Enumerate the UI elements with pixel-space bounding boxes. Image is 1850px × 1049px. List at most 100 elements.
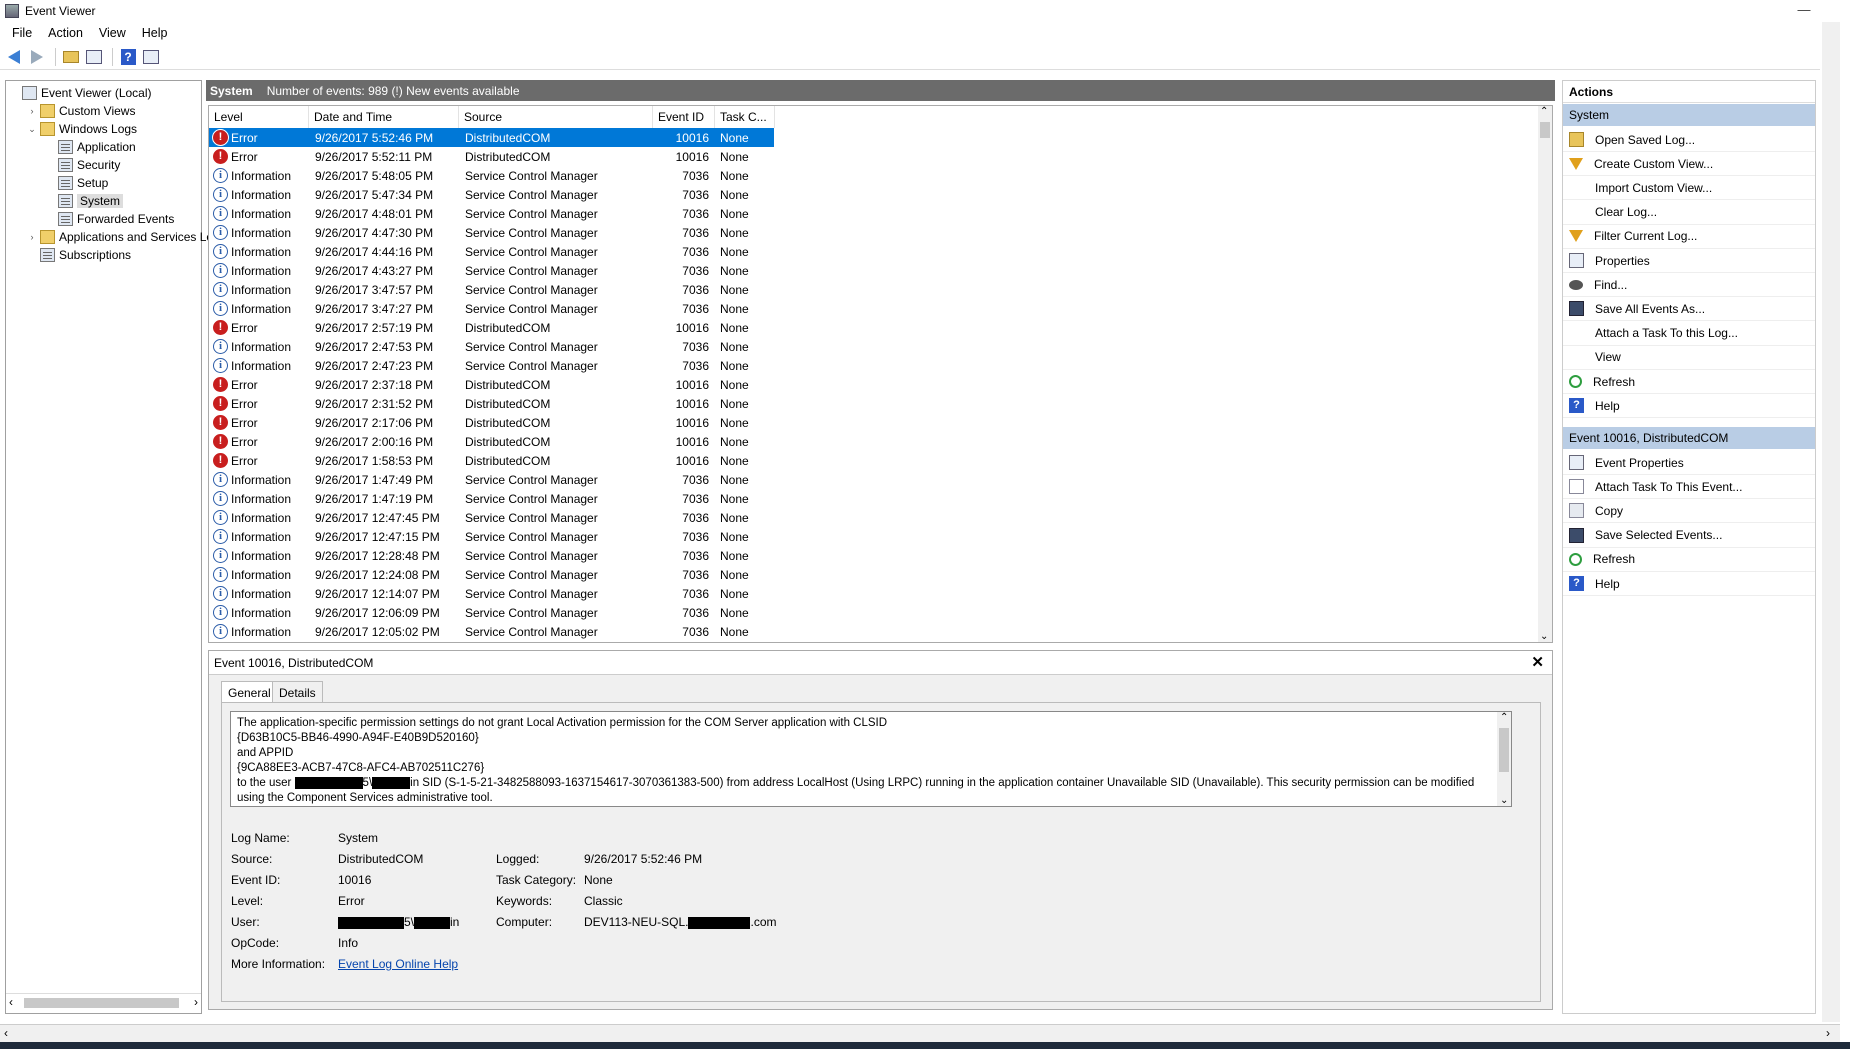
scroll-down-icon[interactable]: ⌄: [1540, 631, 1548, 642]
scroll-thumb[interactable]: [24, 998, 179, 1008]
actions-section-event[interactable]: Event 10016, DistributedCOM: [1563, 427, 1815, 449]
window-vertical-scrollbar[interactable]: [1822, 22, 1840, 1022]
action-item[interactable]: View: [1563, 346, 1815, 370]
event-row[interactable]: i Information 9/26/2017 12:47:15 PM Service…: [209, 527, 774, 546]
action-item[interactable]: ? Help: [1563, 394, 1815, 419]
action-item[interactable]: Attach a Task To this Log...: [1563, 322, 1815, 346]
tree-item[interactable]: › Applications and Services Lo: [27, 228, 213, 246]
event-row[interactable]: i Information 9/26/2017 2:47:23 PM Service …: [209, 356, 774, 375]
action-item[interactable]: Save All Events As...: [1563, 297, 1815, 322]
scroll-left-icon[interactable]: ‹: [9, 995, 13, 1009]
action-item[interactable]: Properties: [1563, 249, 1815, 273]
action-item[interactable]: Refresh: [1563, 548, 1815, 572]
column-header-task-category[interactable]: Task C...: [715, 106, 775, 128]
event-row[interactable]: i Information 9/26/2017 3:47:57 PM Service …: [209, 280, 774, 299]
menu-view[interactable]: View: [91, 26, 134, 40]
action-item[interactable]: Find...: [1563, 273, 1815, 298]
event-row[interactable]: i Information 9/26/2017 12:47:45 PM Service…: [209, 508, 774, 527]
forward-button[interactable]: [27, 47, 47, 67]
event-row[interactable]: i Information 9/26/2017 2:47:53 PM Service …: [209, 337, 774, 356]
event-row[interactable]: i Information 9/26/2017 12:28:48 PM Service…: [209, 546, 774, 565]
action-item[interactable]: ? Help: [1563, 572, 1815, 596]
scroll-thumb[interactable]: [1540, 122, 1550, 138]
column-header-level[interactable]: Level: [209, 106, 309, 128]
menu-action[interactable]: Action: [40, 26, 91, 40]
event-row[interactable]: i Information 9/26/2017 5:48:05 PM Service …: [209, 166, 774, 185]
event-row[interactable]: ! Error 9/26/2017 2:00:16 PM DistributedCOM…: [209, 432, 774, 451]
action-item[interactable]: Refresh: [1563, 370, 1815, 394]
action-item[interactable]: Create Custom View...: [1563, 152, 1815, 177]
event-row[interactable]: i Information 9/26/2017 1:47:49 PM Service …: [209, 470, 774, 489]
tree-item[interactable]: Subscriptions: [27, 246, 131, 264]
event-row[interactable]: i Information 9/26/2017 4:44:16 PM Service …: [209, 242, 774, 261]
event-viewer-app-icon: [5, 4, 19, 18]
scroll-down-icon[interactable]: ⌄: [1500, 793, 1508, 806]
event-row[interactable]: i Information 9/26/2017 3:47:27 PM Service …: [209, 299, 774, 318]
event-row[interactable]: i Information 9/26/2017 12:24:08 PM Service…: [209, 565, 774, 584]
event-row[interactable]: i Information 9/26/2017 1:47:19 PM Service …: [209, 489, 774, 508]
minimize-button[interactable]: —: [1790, 0, 1818, 22]
event-row[interactable]: ! Error 9/26/2017 2:37:18 PM DistributedCOM…: [209, 375, 774, 394]
tree-item[interactable]: Setup: [45, 174, 108, 192]
scroll-thumb[interactable]: [1499, 728, 1509, 772]
column-header-event-id[interactable]: Event ID: [653, 106, 715, 128]
event-row[interactable]: i Information 9/26/2017 12:14:07 PM Service…: [209, 584, 774, 603]
event-row[interactable]: ! Error 9/26/2017 2:17:06 PM DistributedCOM…: [209, 413, 774, 432]
event-message[interactable]: The application-specific permission sett…: [230, 711, 1512, 807]
action-item[interactable]: Event Properties: [1563, 451, 1815, 475]
scroll-right-icon[interactable]: ›: [1826, 1026, 1830, 1040]
column-header-source[interactable]: Source: [459, 106, 653, 128]
scroll-up-icon[interactable]: ⌃: [1540, 106, 1548, 117]
tree-item[interactable]: Forwarded Events: [45, 210, 174, 228]
tree-item[interactable]: Event Viewer (Local): [9, 84, 152, 102]
event-log-online-help-link[interactable]: Event Log Online Help: [338, 957, 458, 971]
event-row[interactable]: i Information 9/26/2017 5:47:34 PM Service …: [209, 185, 774, 204]
action-item[interactable]: Copy: [1563, 499, 1815, 524]
actions-section-system[interactable]: System: [1563, 104, 1815, 126]
tree-item[interactable]: › Custom Views: [27, 102, 135, 120]
event-row[interactable]: ! Error 9/26/2017 1:58:53 PM DistributedCOM…: [209, 451, 774, 470]
up-folder-button[interactable]: [61, 47, 81, 67]
action-item[interactable]: Save Selected Events...: [1563, 524, 1815, 548]
action-item[interactable]: Open Saved Log...: [1563, 128, 1815, 152]
action-item[interactable]: Filter Current Log...: [1563, 225, 1815, 249]
menu-help[interactable]: Help: [134, 26, 176, 40]
back-button[interactable]: [4, 47, 24, 67]
tree-item[interactable]: System: [45, 192, 124, 210]
window-horizontal-scrollbar[interactable]: ‹ ›: [0, 1024, 1840, 1042]
column-header-date[interactable]: Date and Time: [309, 106, 459, 128]
events-vertical-scrollbar[interactable]: ⌃ ⌄: [1538, 106, 1552, 642]
tree-item[interactable]: ⌄ Windows Logs: [27, 120, 137, 138]
event-row[interactable]: i Information 9/26/2017 12:06:09 PM Service…: [209, 603, 774, 622]
tab-general[interactable]: General: [221, 681, 278, 703]
expand-chevron-icon[interactable]: ›: [27, 106, 37, 116]
event-row[interactable]: ! Error 9/26/2017 2:31:52 PM DistributedCOM…: [209, 394, 774, 413]
scroll-right-icon[interactable]: ›: [194, 995, 198, 1009]
action-item[interactable]: Import Custom View...: [1563, 176, 1815, 201]
tree-horizontal-scrollbar[interactable]: ‹ ›: [6, 993, 201, 1011]
expand-chevron-icon[interactable]: ›: [27, 232, 37, 242]
show-hide-tree-button[interactable]: [84, 47, 104, 67]
close-icon[interactable]: ✕: [1531, 653, 1544, 671]
event-row[interactable]: i Information 9/26/2017 4:48:01 PM Service …: [209, 204, 774, 223]
tree-item[interactable]: Security: [45, 156, 120, 174]
help-button[interactable]: ?: [118, 47, 138, 67]
scroll-left-icon[interactable]: ‹: [4, 1026, 8, 1040]
event-row[interactable]: ! Error 9/26/2017 2:57:19 PM DistributedCOM…: [209, 318, 774, 337]
expand-chevron-icon[interactable]: ⌄: [27, 124, 37, 135]
event-level: i Information: [213, 206, 291, 221]
tab-details[interactable]: Details: [272, 681, 323, 703]
event-row[interactable]: ! Error 9/26/2017 5:52:11 PM DistributedCOM…: [209, 147, 774, 166]
event-row[interactable]: i Information 9/26/2017 12:05:02 PM Service…: [209, 622, 774, 641]
menu-file[interactable]: File: [4, 26, 40, 40]
event-row[interactable]: i Information 9/26/2017 4:47:30 PM Service …: [209, 223, 774, 242]
tree-item[interactable]: Application: [45, 138, 136, 156]
action-item[interactable]: Attach Task To This Event...: [1563, 475, 1815, 500]
message-scrollbar[interactable]: ⌃ ⌄: [1497, 712, 1511, 806]
action-item[interactable]: Clear Log...: [1563, 201, 1815, 225]
folder-icon: [40, 104, 55, 118]
event-row[interactable]: i Information 9/26/2017 4:43:27 PM Service …: [209, 261, 774, 280]
event-row[interactable]: ! Error 9/26/2017 5:52:46 PM DistributedCOM…: [209, 128, 774, 147]
show-hide-action-pane-button[interactable]: [141, 47, 161, 67]
scroll-up-icon[interactable]: ⌃: [1500, 712, 1508, 725]
